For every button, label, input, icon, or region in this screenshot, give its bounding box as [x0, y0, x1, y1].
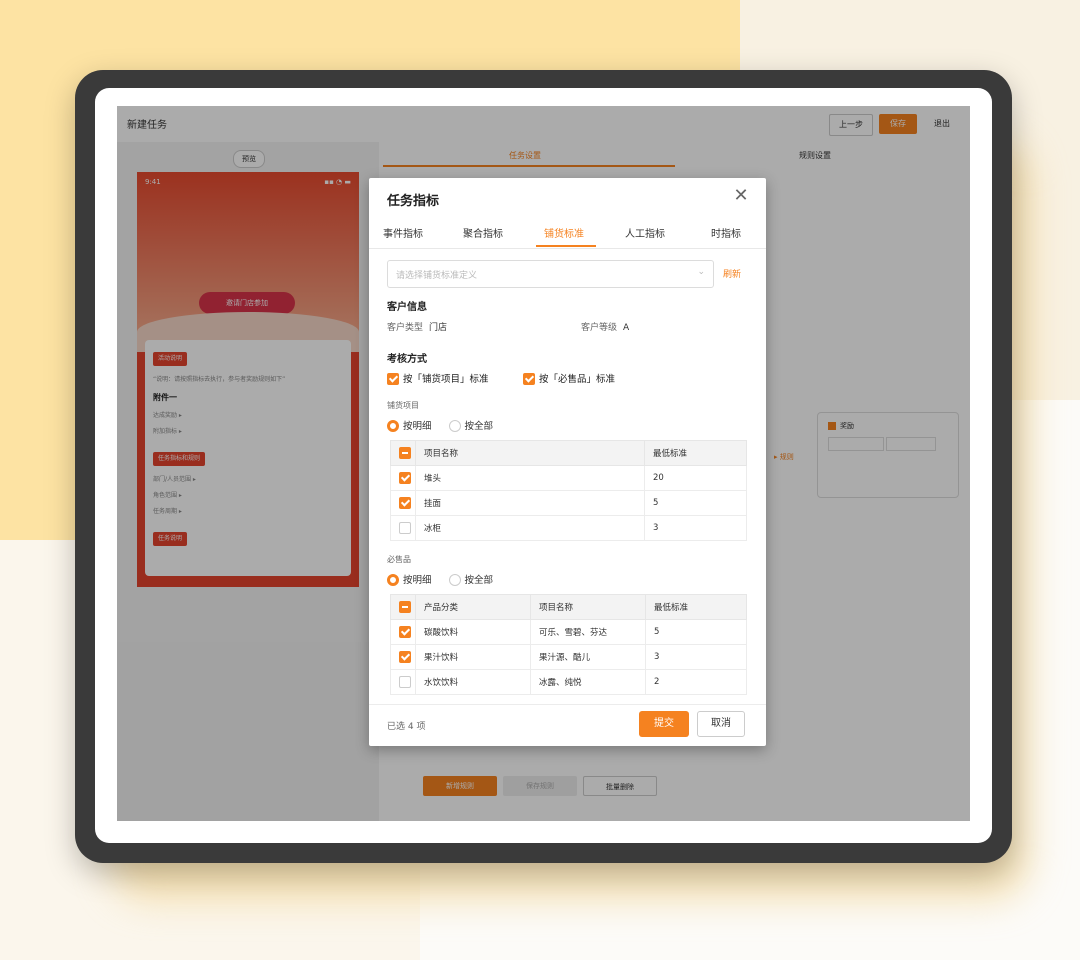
- assessment-heading: 考核方式: [387, 354, 427, 365]
- dialog-footer: 已选 4 项 提交 取消: [369, 704, 766, 747]
- select-placeholder: 请选择铺货标准定义: [396, 271, 478, 281]
- select-all-cell: [390, 440, 416, 466]
- select-all-cell: [390, 594, 416, 620]
- product-names: 果汁源、酷儿: [530, 644, 646, 670]
- app-window: 新建任务 上一步 保存 退出 预览 9:41 ▪▪ ◔ ▬ 邀请门店参加 活动说…: [117, 106, 970, 821]
- customer-type-value: 门店: [429, 323, 448, 333]
- customer-info-heading: 客户信息: [387, 302, 427, 313]
- table-row[interactable]: 果汁饮料 果汁源、酷儿 3: [390, 644, 747, 670]
- select-all-checkbox[interactable]: [399, 447, 411, 459]
- row-check-cell: [390, 515, 416, 541]
- product-category: 果汁饮料: [415, 644, 531, 670]
- column-header: 项目名称: [530, 594, 646, 620]
- row-checkbox[interactable]: [399, 651, 411, 663]
- item-name: 挂面: [415, 490, 645, 516]
- radio-selected-icon[interactable]: [387, 573, 399, 586]
- tab-manual-metric[interactable]: 人工指标: [625, 225, 665, 240]
- refresh-link[interactable]: 刷新: [723, 267, 741, 280]
- product-category: 碳酸饮料: [415, 619, 531, 645]
- tab-aggregate-metric[interactable]: 聚合指标: [463, 225, 503, 240]
- criteria-label: 按「必售品」标准: [539, 374, 616, 385]
- row-checkbox[interactable]: [399, 626, 411, 638]
- customer-level: 客户等级 A: [581, 320, 629, 333]
- tab-active-indicator: [536, 245, 596, 247]
- chevron-down-icon: ⌄: [697, 267, 705, 277]
- metric-tabs: 事件指标 聚合指标 铺货标准 人工指标 时指标: [369, 216, 766, 249]
- dialog-title: 任务指标: [387, 194, 440, 209]
- selected-count: 已选 4 项: [387, 722, 426, 732]
- tab-time-metric[interactable]: 时指标: [711, 225, 741, 240]
- close-icon[interactable]: ✕: [731, 186, 751, 206]
- table-row[interactable]: 碳酸饮料 可乐、雪碧、芬达 5: [390, 619, 747, 645]
- customer-type-label: 客户类型: [387, 323, 424, 333]
- radio-selected-icon[interactable]: [387, 419, 399, 432]
- radio-unselected-icon[interactable]: [448, 573, 461, 586]
- column-header: 项目名称: [415, 440, 645, 466]
- criteria-label: 按「铺货项目」标准: [403, 374, 489, 385]
- table-row[interactable]: 挂面 5: [390, 490, 747, 516]
- tablet-screen: 新建任务 上一步 保存 退出 预览 9:41 ▪▪ ◔ ▬ 邀请门店参加 活动说…: [95, 88, 992, 843]
- customer-type: 客户类型 门店: [387, 320, 447, 333]
- column-header: 产品分类: [415, 594, 531, 620]
- checkbox-checked-icon[interactable]: [387, 372, 399, 385]
- table-header: 产品分类 项目名称 最低标准: [390, 594, 747, 620]
- row-checkbox[interactable]: [399, 472, 411, 484]
- radio-all-label[interactable]: 按全部: [465, 575, 494, 586]
- row-check-cell: [390, 669, 416, 695]
- row-checkbox[interactable]: [399, 522, 411, 534]
- column-header: 最低标准: [644, 440, 747, 466]
- table-row[interactable]: 堆头 20: [390, 465, 747, 491]
- must-sell-table: 产品分类 项目名称 最低标准 碳酸饮料 可乐、雪碧、芬达 5 果汁饮料 果汁源、…: [390, 594, 747, 695]
- display-items-heading: 铺货项目: [387, 401, 419, 410]
- product-names: 可乐、雪碧、芬达: [530, 619, 646, 645]
- item-min: 5: [644, 490, 747, 516]
- radio-all-label[interactable]: 按全部: [465, 421, 494, 432]
- radio-detail-label[interactable]: 按明细: [403, 421, 432, 432]
- criteria-display-items[interactable]: 按「铺货项目」标准: [387, 371, 489, 385]
- column-header: 最低标准: [645, 594, 747, 620]
- display-items-table: 项目名称 最低标准 堆头 20 挂面 5 冰柜 3: [390, 440, 747, 541]
- item-min: 3: [644, 515, 747, 541]
- standard-select[interactable]: 请选择铺货标准定义 ⌄: [387, 260, 714, 288]
- must-sell-radio-group: 按明细 按全部: [387, 572, 507, 586]
- table-header: 项目名称 最低标准: [390, 440, 747, 466]
- customer-level-value: A: [623, 323, 630, 333]
- product-min: 2: [645, 669, 747, 695]
- item-name: 冰柜: [415, 515, 645, 541]
- table-row[interactable]: 水饮饮料 冰露、纯悦 2: [390, 669, 747, 695]
- task-metric-dialog: 任务指标 ✕ 事件指标 聚合指标 铺货标准 人工指标 时指标 请选择铺货标准定义…: [369, 178, 766, 746]
- tablet-frame: 新建任务 上一步 保存 退出 预览 9:41 ▪▪ ◔ ▬ 邀请门店参加 活动说…: [75, 70, 1012, 863]
- product-names: 冰露、纯悦: [530, 669, 646, 695]
- row-check-cell: [390, 490, 416, 516]
- criteria-must-sell[interactable]: 按「必售品」标准: [523, 371, 615, 385]
- select-all-checkbox[interactable]: [399, 601, 411, 613]
- row-check-cell: [390, 644, 416, 670]
- row-check-cell: [390, 465, 416, 491]
- radio-unselected-icon[interactable]: [448, 419, 461, 432]
- item-min: 20: [644, 465, 747, 491]
- product-min: 3: [645, 644, 747, 670]
- tab-display-standard[interactable]: 铺货标准: [544, 225, 584, 240]
- table-row[interactable]: 冰柜 3: [390, 515, 747, 541]
- row-check-cell: [390, 619, 416, 645]
- product-min: 5: [645, 619, 747, 645]
- submit-button[interactable]: 提交: [639, 711, 689, 737]
- must-sell-heading: 必售品: [387, 555, 411, 564]
- cancel-button[interactable]: 取消: [697, 711, 745, 737]
- item-name: 堆头: [415, 465, 645, 491]
- checkbox-checked-icon[interactable]: [523, 372, 535, 385]
- radio-detail-label[interactable]: 按明细: [403, 575, 432, 586]
- display-items-radio-group: 按明细 按全部: [387, 418, 507, 432]
- customer-level-label: 客户等级: [581, 323, 618, 333]
- row-checkbox[interactable]: [399, 676, 411, 688]
- product-category: 水饮饮料: [415, 669, 531, 695]
- tab-event-metric[interactable]: 事件指标: [383, 225, 423, 240]
- row-checkbox[interactable]: [399, 497, 411, 509]
